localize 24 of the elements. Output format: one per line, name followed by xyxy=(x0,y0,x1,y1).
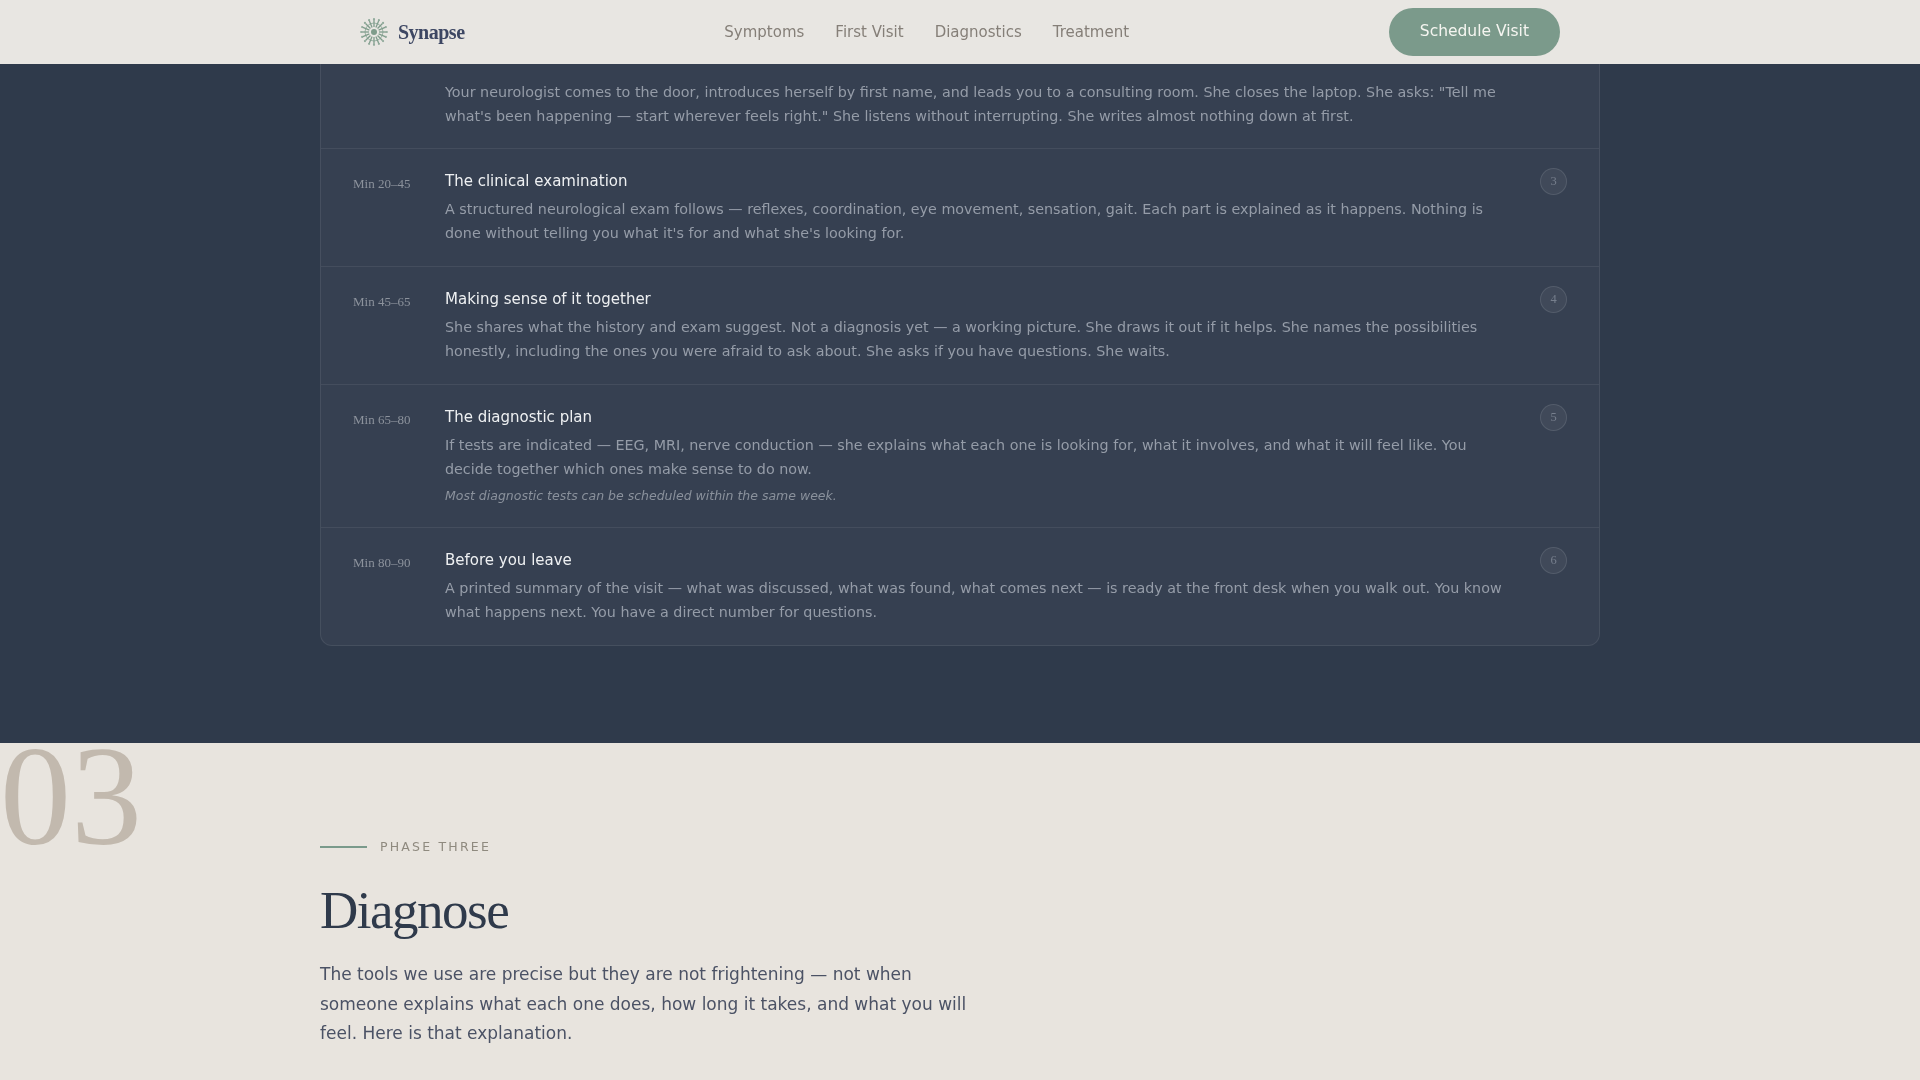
phase-intro: The tools we use are precise but they are not frightening — not when someone explains what each one does, how long it takes, and what you will feel. Here is that explanation. xyxy=(320,963,968,1045)
step-description: A structured neurological exam follows — reflexes, coordination, eye movement, sensation, gait. Each part is explained as it happens. Nothing is done without telling you what it's for and what she's looking for. xyxy=(445,200,1485,243)
brand-link[interactable]: Synapse xyxy=(360,17,465,47)
phase-title: Diagnose xyxy=(320,880,510,940)
nav-link[interactable]: Diagnostics xyxy=(934,20,1022,44)
schedule-visit-button[interactable]: Schedule Visit xyxy=(1388,8,1560,56)
step-title: The diagnostic plan xyxy=(445,407,594,427)
nav-link[interactable]: Symptoms xyxy=(724,20,805,44)
step-note: Most diagnostic tests can be scheduled within the same week. xyxy=(445,487,838,505)
nav-link[interactable]: Treatment xyxy=(1052,20,1130,44)
step-title: Making sense of it together xyxy=(445,289,652,309)
step-description: A printed summary of the visit — what was discussed, what was found, what comes next — is ready at the front desk when you walk out. You know what happens next. You have a direct number for questions. xyxy=(445,579,1503,622)
step-description: She shares what the history and exam suggest. Not a diagnosis yet — a working picture. She draws it out if it helps. She names the possibilities honestly, including the ones you were afraid to ask about. She asks if you have questions. She waits. xyxy=(445,318,1479,361)
sunburst-icon xyxy=(360,18,388,46)
phase-eyebrow: PHASE THREE xyxy=(380,838,491,856)
step-title: Before you leave xyxy=(445,550,573,570)
nav-link[interactable]: First Visit xyxy=(835,20,904,44)
time-range-label: Min 45–65 xyxy=(353,293,411,311)
time-range-label: Min 65–80 xyxy=(353,411,411,429)
step-description: If tests are indicated — EEG, MRI, nerve conduction — she explains what each one is looking for, what it involves, and what it will feel like. You decide together which ones make sense to do now. xyxy=(445,436,1468,479)
step-description: Your neurologist comes to the door, introduces herself by first name, and leads you to a consulting room. She closes the laptop. She asks: "Tell me what's been happening — start wherever feels right." She listens without interrupting. She writes almost nothing down at first. xyxy=(445,83,1497,126)
step-title: The clinical examination xyxy=(445,171,629,191)
time-range-label: Min 80–90 xyxy=(353,554,411,572)
time-range-label: Min 20–45 xyxy=(353,175,411,193)
